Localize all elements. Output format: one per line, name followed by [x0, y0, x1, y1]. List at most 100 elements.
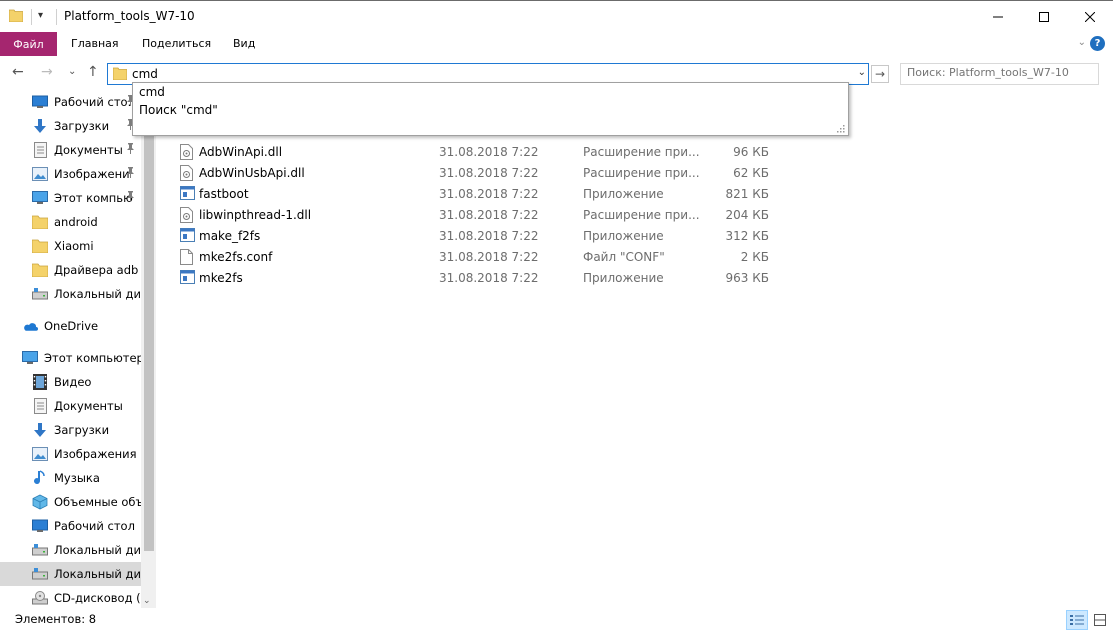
- sidebar-item-label: Локальный дис: [54, 287, 141, 301]
- forward-button[interactable]: →: [41, 64, 53, 80]
- quick-access-dropdown[interactable]: ▾: [38, 10, 50, 22]
- file-size: 204 КБ: [725, 208, 769, 222]
- sidebar-item[interactable]: Драйвера adb: [0, 258, 141, 282]
- maximize-button[interactable]: [1021, 1, 1067, 32]
- tab-file[interactable]: Файл: [0, 32, 57, 56]
- drive-icon: [32, 566, 48, 582]
- onedrive-icon: [22, 318, 38, 334]
- tab-share[interactable]: Поделиться: [142, 37, 211, 50]
- sidebar-item[interactable]: Локальный дис: [0, 538, 141, 562]
- scroll-down-button[interactable]: ⌄: [143, 596, 151, 606]
- close-button[interactable]: [1067, 1, 1113, 32]
- tab-view[interactable]: Вид: [233, 37, 255, 50]
- sidebar-item[interactable]: Этот компьютер: [0, 346, 141, 370]
- file-row[interactable]: fastboot 31.08.2018 7:22 Приложение 821 КБ: [172, 183, 792, 204]
- recent-locations-button[interactable]: ⌄: [68, 66, 76, 77]
- pictures-icon: [32, 446, 48, 462]
- sidebar-item-label: Этот компью: [54, 191, 133, 205]
- large-icons-view-icon: [1094, 614, 1106, 626]
- file-row[interactable]: libwinpthread-1.dll 31.08.2018 7:22 Расшир…: [172, 204, 792, 225]
- title-bar: ▾ Platform_tools_W7-10: [0, 0, 1113, 32]
- sidebar-item[interactable]: Документы: [0, 394, 141, 418]
- sidebar-item[interactable]: android: [0, 210, 141, 234]
- sidebar-item-label: Документы: [54, 399, 123, 413]
- go-button[interactable]: →: [871, 65, 889, 83]
- suggestion-item[interactable]: Поиск "cmd": [139, 103, 218, 117]
- sidebar-item[interactable]: Музыка: [0, 466, 141, 490]
- this-pc-icon: [22, 350, 38, 366]
- details-view-button[interactable]: [1066, 610, 1088, 630]
- close-icon: [1085, 11, 1095, 22]
- navigation-pane: Рабочий сто. Загрузки Документы Изображени Э…: [0, 90, 156, 608]
- file-size: 963 КБ: [725, 271, 769, 285]
- sidebar-item-label: Видео: [54, 375, 92, 389]
- file-row[interactable]: mke2fs 31.08.2018 7:22 Приложение 963 КБ: [172, 267, 792, 288]
- sidebar-item-label: Рабочий сто.: [54, 95, 132, 109]
- expand-ribbon-button[interactable]: ⌄: [1078, 37, 1086, 48]
- file-name: fastboot: [199, 187, 249, 201]
- dll-icon: [180, 207, 194, 223]
- sidebar-item[interactable]: Этот компью: [0, 186, 141, 210]
- sidebar-item[interactable]: Локальный дис: [0, 562, 141, 586]
- up-button[interactable]: ↑: [87, 64, 99, 80]
- scroll-thumb[interactable]: [144, 93, 154, 551]
- file-type: Приложение: [583, 229, 664, 243]
- large-icons-view-button[interactable]: [1089, 610, 1111, 630]
- separator: [56, 9, 57, 25]
- sidebar-item[interactable]: Объемные объ: [0, 490, 141, 514]
- documents-icon: [32, 142, 48, 158]
- file-row[interactable]: make_f2fs 31.08.2018 7:22 Приложение 312 КБ: [172, 225, 792, 246]
- search-input[interactable]: [907, 66, 1092, 79]
- file-date: 31.08.2018 7:22: [439, 208, 539, 222]
- sidebar-item[interactable]: OneDrive: [0, 314, 141, 338]
- sidebar-item[interactable]: Локальный дис: [0, 282, 141, 306]
- minimize-button[interactable]: [975, 1, 1021, 32]
- documents-icon: [32, 398, 48, 414]
- exe-icon: [180, 186, 195, 202]
- sidebar-item[interactable]: Загрузки: [0, 114, 141, 138]
- sidebar-item-label: Xiaomi: [54, 239, 94, 253]
- file-date: 31.08.2018 7:22: [439, 187, 539, 201]
- downloads-icon: [32, 118, 48, 134]
- sidebar-scrollbar[interactable]: ⌄: [141, 90, 156, 608]
- sidebar-item[interactable]: Рабочий сто.: [0, 90, 141, 114]
- back-button[interactable]: ←: [12, 64, 24, 80]
- file-name: libwinpthread-1.dll: [199, 208, 312, 222]
- sidebar-item[interactable]: Загрузки: [0, 418, 141, 442]
- file-size: 821 КБ: [725, 187, 769, 201]
- sidebar-item-label: OneDrive: [44, 319, 99, 333]
- folder-icon: [32, 214, 48, 230]
- file-row[interactable]: AdbWinUsbApi.dll 31.08.2018 7:22 Расширени…: [172, 162, 792, 183]
- sidebar-item[interactable]: Изображени: [0, 162, 141, 186]
- pictures-icon: [32, 166, 48, 182]
- sidebar-item[interactable]: Документы: [0, 138, 141, 162]
- sidebar-item[interactable]: Xiaomi: [0, 234, 141, 258]
- sidebar-item-label: Локальный дис: [54, 567, 141, 581]
- folder-icon: [112, 67, 128, 81]
- file-row[interactable]: mke2fs.conf 31.08.2018 7:22 Файл "CONF" 2 К…: [172, 246, 792, 267]
- sidebar-item[interactable]: CD-дисковод (G: [0, 586, 141, 608]
- suggestion-item[interactable]: cmd: [139, 85, 165, 99]
- sidebar-item[interactable]: Изображения: [0, 442, 141, 466]
- tab-home[interactable]: Главная: [71, 37, 119, 50]
- sidebar-item-label: Документы: [54, 143, 123, 157]
- file-date: 31.08.2018 7:22: [439, 271, 539, 285]
- file-row[interactable]: AdbWinApi.dll 31.08.2018 7:22 Расширение п…: [172, 141, 792, 162]
- help-icon[interactable]: ?: [1090, 36, 1105, 51]
- this-pc-icon: [32, 190, 48, 206]
- file-name: AdbWinUsbApi.dll: [199, 166, 305, 180]
- sidebar-item[interactable]: Видео: [0, 370, 141, 394]
- address-input[interactable]: [132, 66, 832, 82]
- sidebar-item[interactable]: Рабочий стол: [0, 514, 141, 538]
- resize-grip-icon[interactable]: [837, 125, 845, 133]
- desktop-icon: [32, 94, 48, 110]
- ribbon-tabs: Файл Главная Поделиться Вид ⌄ ?: [0, 32, 1113, 56]
- exe-icon: [180, 270, 195, 286]
- file-size: 62 КБ: [733, 166, 769, 180]
- address-dropdown-button[interactable]: ⌄: [858, 67, 866, 78]
- file-name: mke2fs.conf: [199, 250, 273, 264]
- search-box[interactable]: [900, 63, 1099, 85]
- sidebar-item-label: Рабочий стол: [54, 519, 135, 533]
- file-name: AdbWinApi.dll: [199, 145, 283, 159]
- pin-icon: [126, 191, 135, 205]
